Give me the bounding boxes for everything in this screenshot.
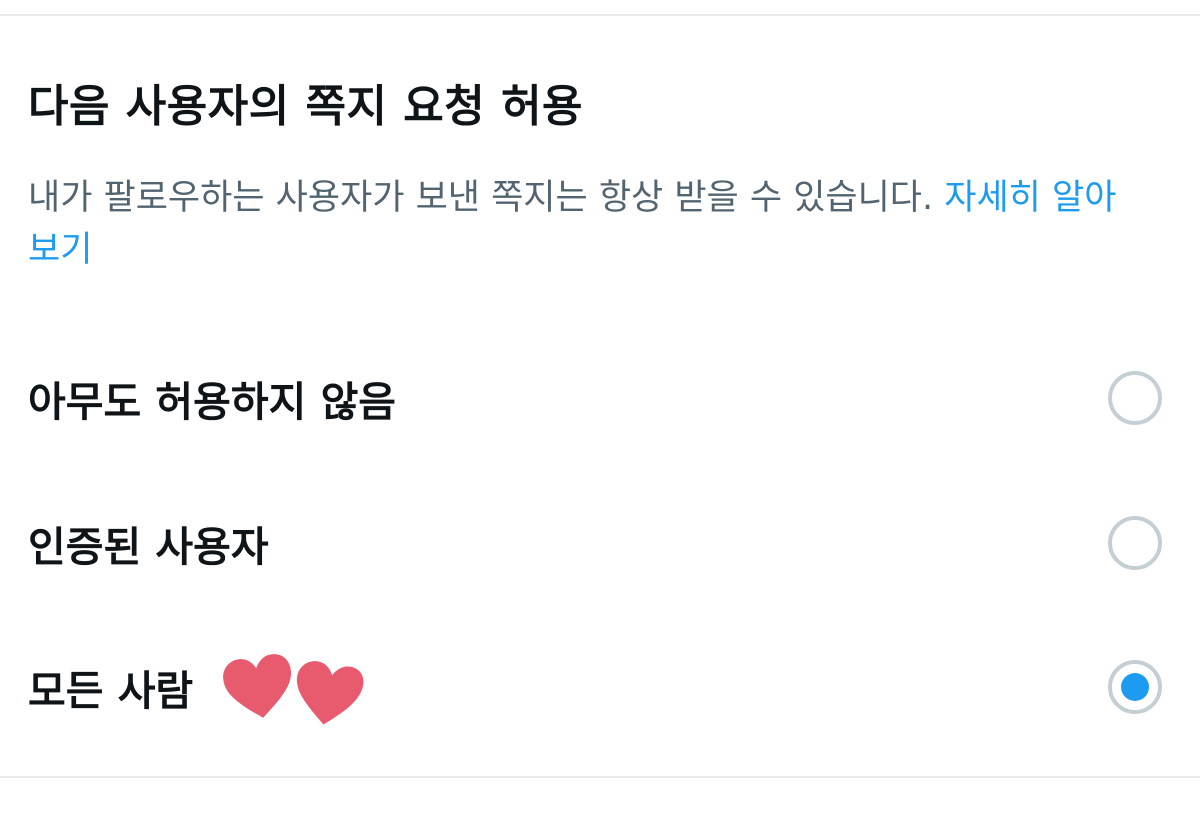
hearts-decoration <box>221 647 365 727</box>
dm-settings-page: 다음 사용자의 쪽지 요청 허용 내가 팔로우하는 사용자가 보낸 쪽지는 항상… <box>0 0 1200 822</box>
option-label: 모든 사람 <box>28 667 194 715</box>
bottom-divider <box>0 776 1200 778</box>
radio-button-no-one[interactable] <box>1108 371 1162 425</box>
option-no-one[interactable]: 아무도 허용하지 않음 <box>0 343 1200 453</box>
heart-icon <box>297 661 364 725</box>
radio-button-everyone[interactable] <box>1108 660 1162 714</box>
top-divider <box>0 14 1200 16</box>
radio-button-verified-users[interactable] <box>1108 516 1162 570</box>
description-text: 내가 팔로우하는 사용자가 보낸 쪽지는 항상 받을 수 있습니다. <box>28 178 934 218</box>
section-title: 다음 사용자의 쪽지 요청 허용 <box>28 81 584 132</box>
section-description: 내가 팔로우하는 사용자가 보낸 쪽지는 항상 받을 수 있습니다. 자세히 알… <box>28 172 1118 276</box>
option-verified-users[interactable]: 인증된 사용자 <box>0 488 1200 598</box>
option-label: 아무도 허용하지 않음 <box>28 378 397 426</box>
heart-icon <box>223 654 292 718</box>
option-everyone[interactable]: 모든 사람 <box>0 632 1200 742</box>
option-label: 인증된 사용자 <box>28 523 269 571</box>
